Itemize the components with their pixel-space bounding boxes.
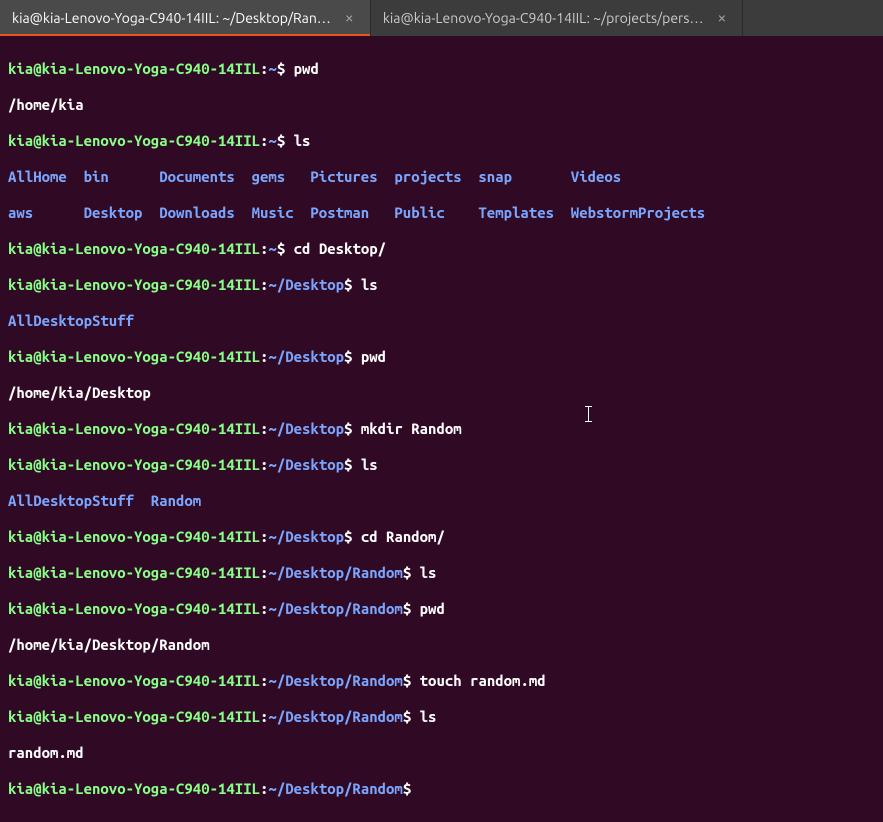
ls-listing: aws Desktop Downloads Music Postman Publ… [8,204,875,222]
prompt-line: kia@kia-Lenovo-Yoga-C940-14IIL:~/Desktop… [8,276,875,294]
prompt-line: kia@kia-Lenovo-Yoga-C940-14IIL:~/Desktop… [8,600,875,618]
prompt-line: kia@kia-Lenovo-Yoga-C940-14IIL:~/Desktop… [8,456,875,474]
tab-2[interactable]: kia@kia-Lenovo-Yoga-C940-14IIL: ~/projec… [371,0,744,36]
prompt-line: kia@kia-Lenovo-Yoga-C940-14IIL:~$ ls [8,132,875,150]
ls-listing: AllHome bin Documents gems Pictures proj… [8,168,875,186]
prompt-line-current: kia@kia-Lenovo-Yoga-C940-14IIL:~/Desktop… [8,780,875,798]
ls-listing: AllDesktopStuff Random [8,492,875,510]
prompt-line: kia@kia-Lenovo-Yoga-C940-14IIL:~/Desktop… [8,672,875,690]
terminal-output[interactable]: kia@kia-Lenovo-Yoga-C940-14IIL:~$ pwd /h… [0,36,883,822]
prompt-line: kia@kia-Lenovo-Yoga-C940-14IIL:~/Desktop… [8,348,875,366]
ls-listing: AllDesktopStuff [8,312,875,330]
output-line: /home/kia [8,96,875,114]
tab-1-title: kia@kia-Lenovo-Yoga-C940-14IIL: ~/Deskto… [12,9,331,27]
tab-bar: kia@kia-Lenovo-Yoga-C940-14IIL: ~/Deskto… [0,0,883,36]
tab-1[interactable]: kia@kia-Lenovo-Yoga-C940-14IIL: ~/Deskto… [0,0,371,36]
tab-2-close-icon[interactable]: × [713,8,730,28]
prompt-line: kia@kia-Lenovo-Yoga-C940-14IIL:~$ pwd [8,60,875,78]
prompt-line: kia@kia-Lenovo-Yoga-C940-14IIL:~/Desktop… [8,708,875,726]
output-line: /home/kia/Desktop [8,384,875,402]
prompt-line: kia@kia-Lenovo-Yoga-C940-14IIL:~/Desktop… [8,564,875,582]
prompt-line: kia@kia-Lenovo-Yoga-C940-14IIL:~$ cd Des… [8,240,875,258]
prompt-line: kia@kia-Lenovo-Yoga-C940-14IIL:~/Desktop… [8,420,875,438]
output-line: random.md [8,744,875,762]
prompt-line: kia@kia-Lenovo-Yoga-C940-14IIL:~/Desktop… [8,528,875,546]
tab-1-close-icon[interactable]: × [341,8,358,28]
output-line: /home/kia/Desktop/Random [8,636,875,654]
tab-2-title: kia@kia-Lenovo-Yoga-C940-14IIL: ~/projec… [383,9,704,27]
